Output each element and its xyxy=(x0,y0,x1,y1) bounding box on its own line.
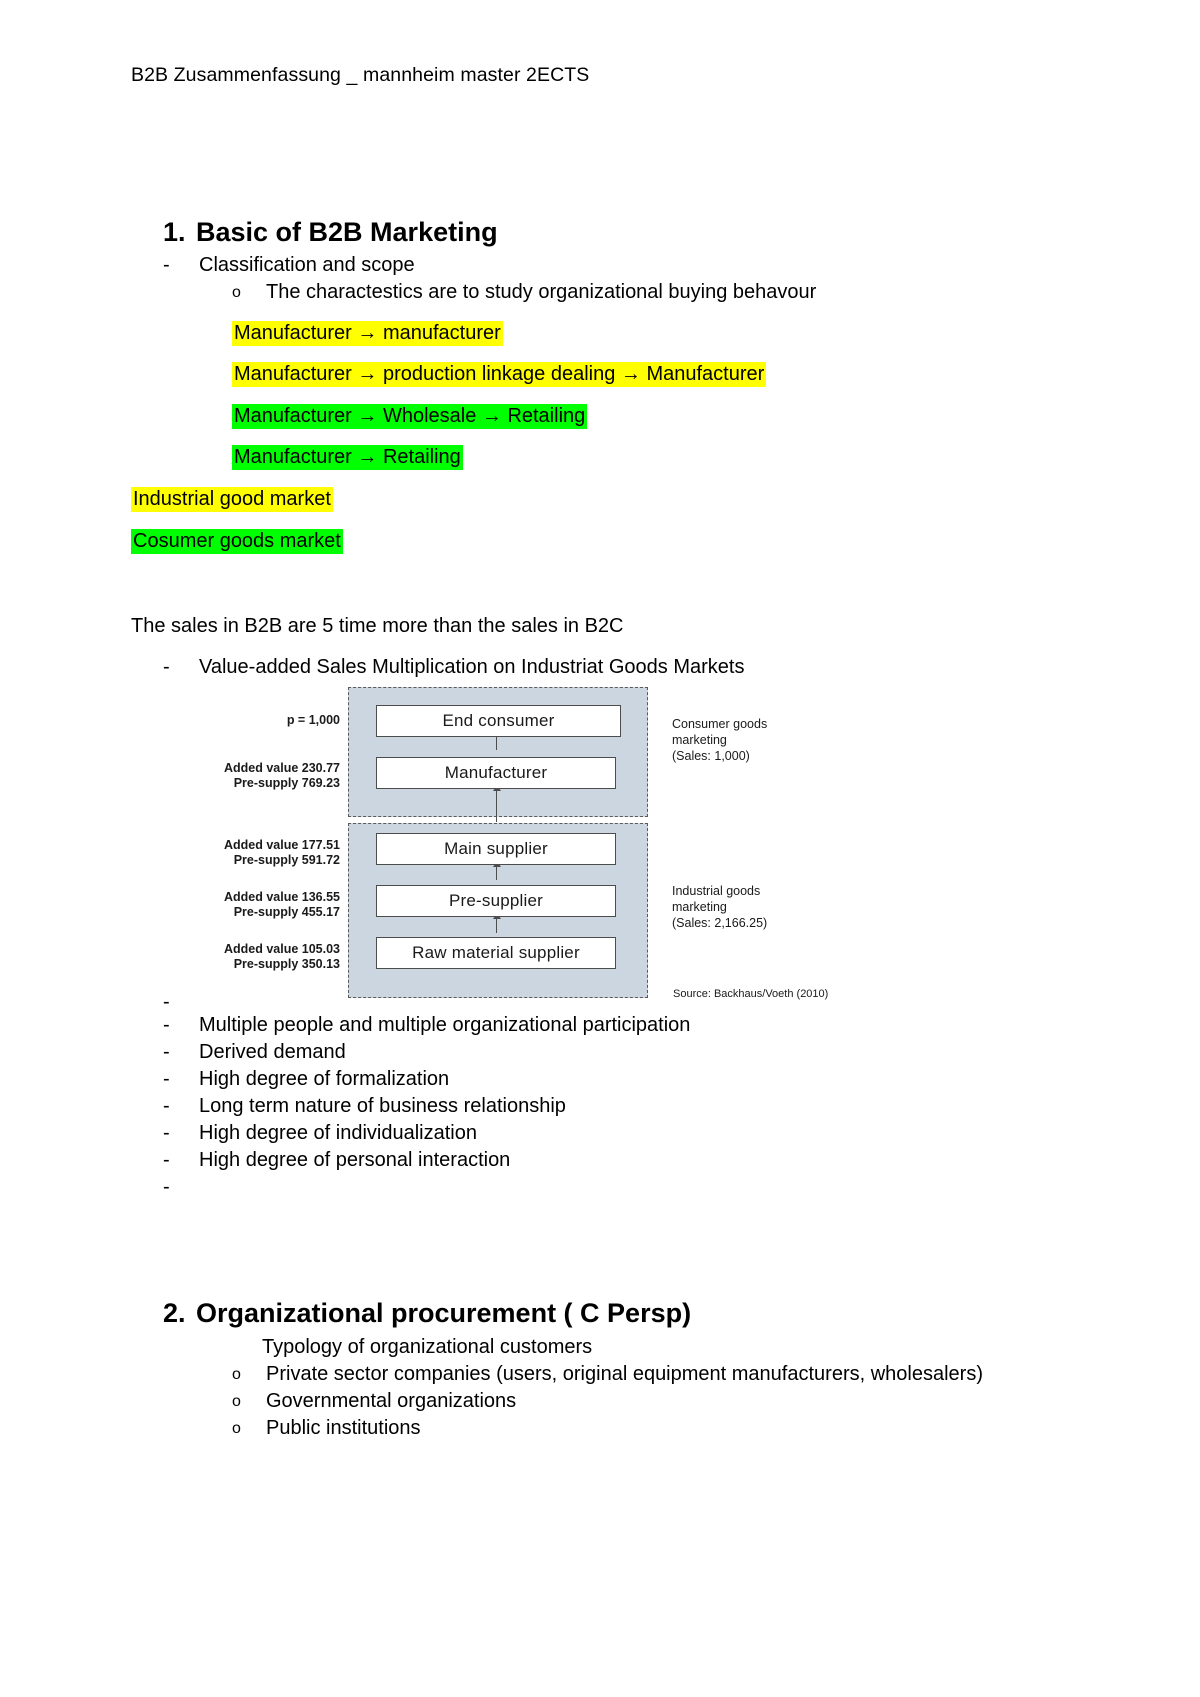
figure-right-label-consumer-line2: marketing xyxy=(672,733,727,747)
document-header: B2B Zusammenfassung _ mannheim master 2E… xyxy=(131,64,590,86)
list-item-individualization: - High degree of individualization xyxy=(163,1122,477,1145)
sales-statement: The sales in B2B are 5 time more than th… xyxy=(131,615,624,637)
list-item-label: Multiple people and multiple organizatio… xyxy=(199,1014,691,1036)
figure-right-label-industrial: Industrial goods marketing (Sales: 2,166… xyxy=(672,883,767,931)
market-label-consumer-text: Cosumer goods market xyxy=(131,529,343,554)
market-label-industrial: Industrial good market xyxy=(131,487,333,512)
market-label-consumer: Cosumer goods market xyxy=(131,529,343,554)
highlight-chain-4: Manufacturer → Retailing xyxy=(232,445,463,470)
highlight-chain-3: Manufacturer → Wholesale → Retailing xyxy=(232,404,588,429)
figure-left-label-4: Added value 105.03 Pre-supply 350.13 xyxy=(200,942,340,972)
section-2-number: 2. xyxy=(163,1298,186,1328)
section-1-heading: 1. Basic of B2B Marketing xyxy=(163,217,498,248)
figure-box-raw-material-supplier: Raw material supplier xyxy=(376,937,616,969)
section-1-title: Basic of B2B Marketing xyxy=(196,217,498,247)
market-label-industrial-text: Industrial good market xyxy=(131,487,333,512)
section-1-number: 1. xyxy=(163,217,186,247)
list-item-public-institutions: o Public institutions xyxy=(232,1417,421,1440)
figure-added-value-4: Added value 105.03 xyxy=(223,942,340,956)
value-added-sales-figure: End consumer Manufacturer Main supplier … xyxy=(200,683,840,1008)
figure-left-label-2: Added value 177.51 Pre-supply 591.72 xyxy=(200,838,340,868)
list-item-label: Derived demand xyxy=(199,1041,346,1063)
section-2-title: Organizational procurement ( C Persp) xyxy=(196,1298,692,1328)
list-item-derived-demand: - Derived demand xyxy=(163,1041,346,1064)
dash-bullet: - xyxy=(163,1176,170,1198)
circle-bullet: o xyxy=(232,284,241,301)
list-item-label: Classification and scope xyxy=(199,254,415,276)
figure-right-label-industrial-line1: Industrial goods xyxy=(672,884,761,898)
dash-bullet: - xyxy=(163,1014,170,1036)
list-item-formalization: - High degree of formalization xyxy=(163,1068,449,1091)
list-item-private-sector: o Private sector companies (users, origin… xyxy=(232,1363,983,1386)
list-item-classification: - Classification and scope xyxy=(163,254,415,277)
highlight-chain-1-text: Manufacturer → manufacturer xyxy=(232,321,503,346)
circle-bullet: o xyxy=(232,1420,241,1437)
dash-bullet: - xyxy=(163,1095,170,1117)
figure-left-label-1: Added value 230.77 Pre-supply 769.23 xyxy=(200,761,340,791)
figure-added-value-3: Added value 136.55 xyxy=(223,890,340,904)
highlight-chain-1: Manufacturer → manufacturer xyxy=(232,321,503,346)
list-item-empty-1: - xyxy=(163,991,199,1014)
figure-price-label: p = 1,000 xyxy=(286,713,340,727)
circle-bullet: o xyxy=(232,1393,241,1410)
figure-box-manufacturer: Manufacturer xyxy=(376,757,616,789)
figure-pre-supply-1: Pre-supply 769.23 xyxy=(233,776,340,790)
dash-bullet: - xyxy=(163,254,170,276)
list-item-label: Governmental organizations xyxy=(266,1390,517,1412)
section-2-subtitle: Typology of organizational customers xyxy=(262,1336,593,1358)
figure-pre-supply-4: Pre-supply 350.13 xyxy=(233,957,340,971)
list-item-label: The charactestics are to study organizat… xyxy=(266,281,817,303)
figure-arrow-up-icon xyxy=(492,785,501,822)
list-item-charactestics: o The charactestics are to study organiza… xyxy=(232,281,816,304)
list-item-long-term: - Long term nature of business relationsh… xyxy=(163,1095,566,1118)
figure-added-value-2: Added value 177.51 xyxy=(223,838,340,852)
list-item-label: High degree of individualization xyxy=(199,1122,477,1144)
list-item-label: Private sector companies (users, origina… xyxy=(266,1363,983,1385)
list-item-personal-interaction: - High degree of personal interaction xyxy=(163,1149,510,1172)
circle-bullet: o xyxy=(232,1366,241,1383)
dash-bullet: - xyxy=(163,1068,170,1090)
list-item-label: High degree of personal interaction xyxy=(199,1149,511,1171)
list-item-value-added: - Value-added Sales Multiplication on Ind… xyxy=(163,656,744,679)
figure-pre-supply-3: Pre-supply 455.17 xyxy=(233,905,340,919)
highlight-chain-2-text: Manufacturer → production linkage dealin… xyxy=(232,362,767,387)
list-item-label: High degree of formalization xyxy=(199,1068,450,1090)
list-item-label: Value-added Sales Multiplication on Indu… xyxy=(199,656,745,678)
dash-bullet: - xyxy=(163,991,170,1013)
dash-bullet: - xyxy=(163,656,170,678)
list-item-label: Public institutions xyxy=(266,1417,421,1439)
figure-right-label-consumer: Consumer goods marketing (Sales: 1,000) xyxy=(672,716,767,764)
dash-bullet: - xyxy=(163,1122,170,1144)
list-item-multiple-people: - Multiple people and multiple organizati… xyxy=(163,1014,690,1037)
figure-added-value-1: Added value 230.77 xyxy=(223,761,340,775)
list-item-governmental: o Governmental organizations xyxy=(232,1390,516,1413)
figure-left-label-3: Added value 136.55 Pre-supply 455.17 xyxy=(200,890,340,920)
figure-right-label-consumer-line1: Consumer goods xyxy=(672,717,768,731)
list-item-label: Long term nature of business relationshi… xyxy=(199,1095,566,1117)
dash-bullet: - xyxy=(163,1149,170,1171)
figure-pre-supply-2: Pre-supply 591.72 xyxy=(233,853,340,867)
figure-box-end-consumer: End consumer xyxy=(376,705,621,737)
highlight-chain-4-text: Manufacturer → Retailing xyxy=(232,445,463,470)
figure-source: Source: Backhaus/Voeth (2010) xyxy=(673,988,829,1000)
list-item-empty-2: - xyxy=(163,1176,199,1199)
figure-box-main-supplier: Main supplier xyxy=(376,833,616,865)
section-2-heading: 2. Organizational procurement ( C Persp) xyxy=(163,1298,691,1329)
dash-bullet: - xyxy=(163,1041,170,1063)
figure-box-pre-supplier: Pre-supplier xyxy=(376,885,616,917)
highlight-chain-3-text: Manufacturer → Wholesale → Retailing xyxy=(232,404,588,429)
document-page: B2B Zusammenfassung _ mannheim master 2E… xyxy=(0,0,1200,1697)
figure-right-label-consumer-line3: (Sales: 1,000) xyxy=(672,749,750,763)
figure-right-label-industrial-line2: marketing xyxy=(672,900,727,914)
highlight-chain-2: Manufacturer → production linkage dealin… xyxy=(232,362,767,387)
figure-right-label-industrial-line3: (Sales: 2,166.25) xyxy=(672,916,768,930)
